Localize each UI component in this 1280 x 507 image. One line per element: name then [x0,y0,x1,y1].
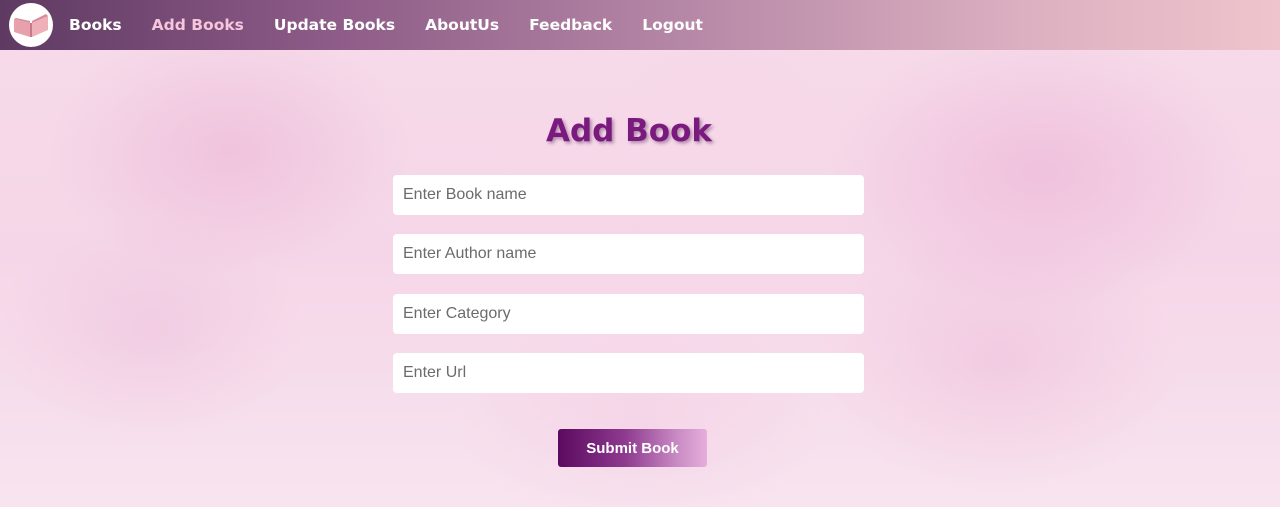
category-input[interactable] [393,294,864,334]
book-name-input[interactable] [393,175,864,215]
page-title: Add Book [545,113,712,149]
url-input[interactable] [393,353,864,393]
nav-add-books[interactable]: Add Books [152,16,244,34]
submit-book-button[interactable]: Submit Book [558,429,707,467]
author-name-input[interactable] [393,234,864,274]
nav-books[interactable]: Books [69,16,122,34]
logo[interactable] [9,3,53,47]
top-navbar: Books Add Books Update Books AboutUs Fee… [0,0,1280,50]
nav-update-books[interactable]: Update Books [274,16,395,34]
nav-about-us[interactable]: AboutUs [425,16,499,34]
nav-logout[interactable]: Logout [642,16,703,34]
open-book-icon [14,14,48,37]
nav-feedback[interactable]: Feedback [529,16,612,34]
